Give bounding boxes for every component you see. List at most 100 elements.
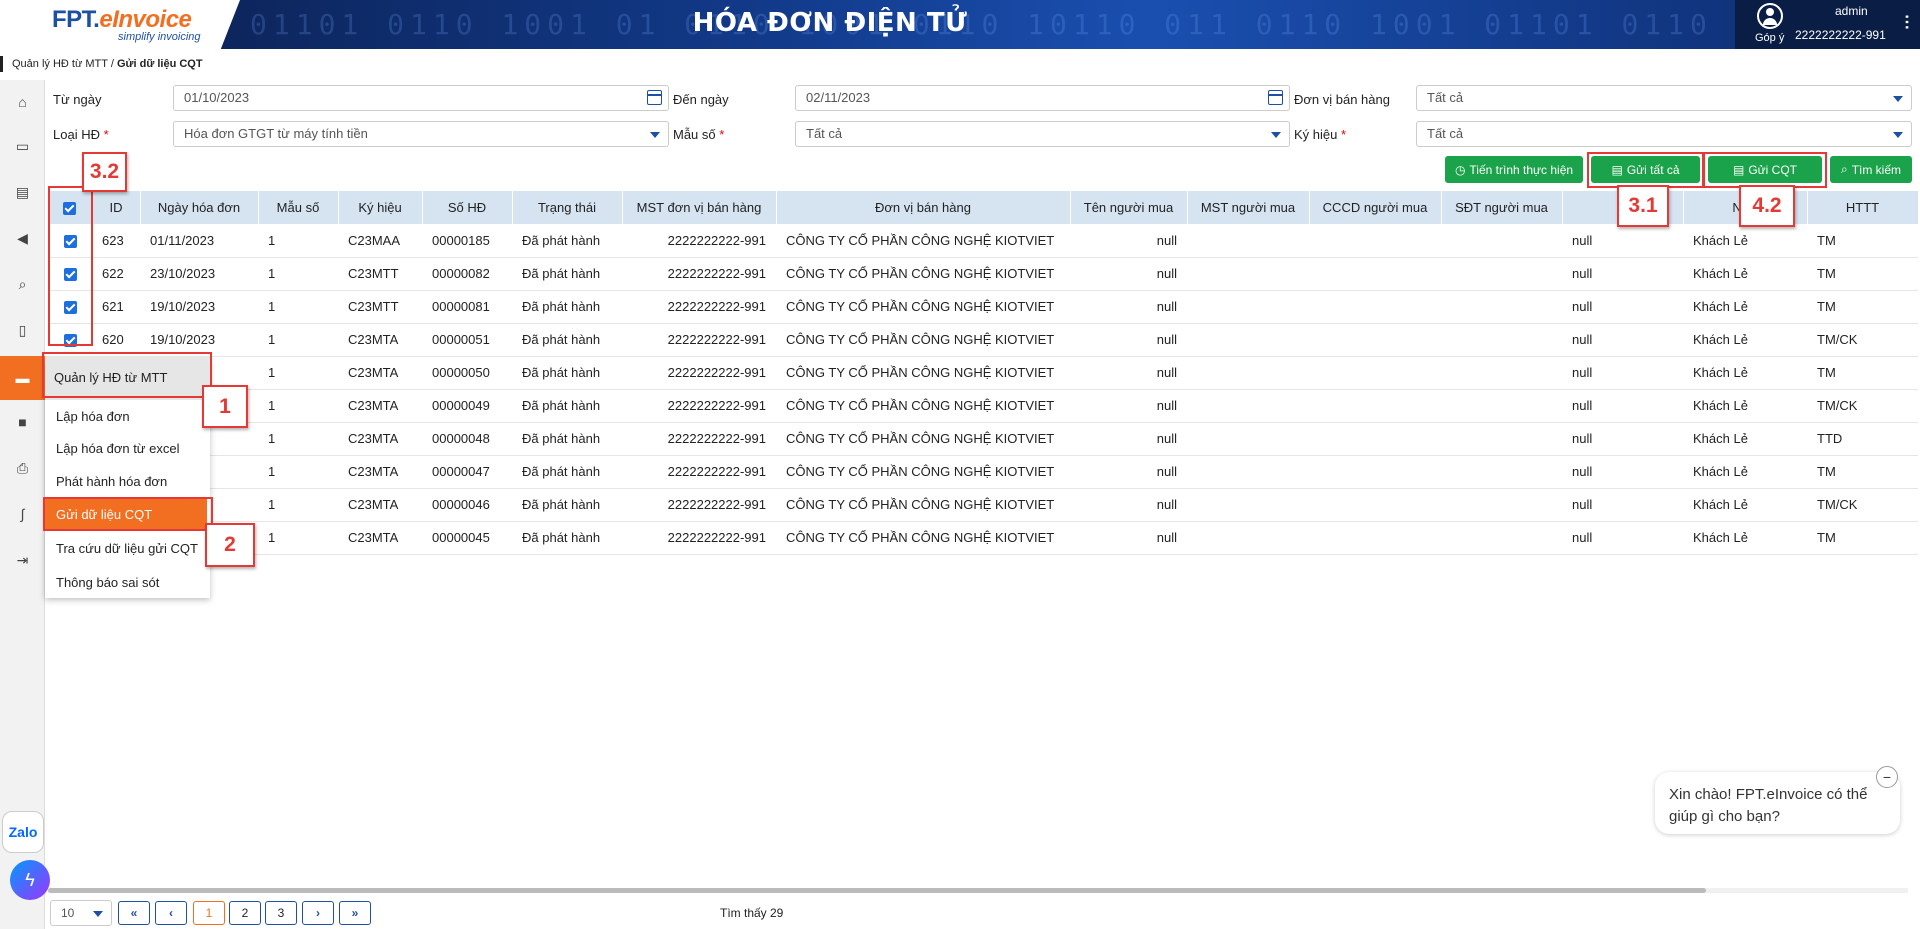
table-cell: Đã phát hành [512, 389, 622, 423]
scrollbar-thumb[interactable] [48, 888, 1706, 893]
from-date-input[interactable]: 01/10/2023 [173, 85, 669, 111]
table-row[interactable]: 620 19/10/2023 1 C23MTA 00000051 Đã phát hành… [48, 323, 1918, 357]
table-row[interactable]: 623 01/11/2023 1 C23MAA 00000185 Đã phát hành… [48, 224, 1918, 258]
home-icon[interactable]: ⌂ [0, 84, 45, 120]
clipboard-icon[interactable]: ▯ [0, 312, 45, 348]
next-page-button[interactable]: › [302, 901, 334, 925]
zalo-icon[interactable]: Zalo [2, 811, 44, 853]
chat-close-button[interactable]: − [1876, 766, 1898, 788]
column-header[interactable]: Ngày hóa đơn [140, 191, 259, 224]
first-page-button[interactable]: « [118, 901, 150, 925]
document-icon[interactable]: ▤ [0, 174, 45, 210]
search-document-icon[interactable]: ⌕ [0, 266, 45, 302]
column-header[interactable]: ID [92, 191, 141, 224]
calendar-icon[interactable] [647, 90, 662, 105]
to-date-input[interactable]: 02/11/2023 [795, 85, 1290, 111]
to-date-label: Đến ngày [673, 92, 729, 107]
column-header[interactable]: Tên người mua [1070, 191, 1188, 224]
table-cell: TM/CK [1807, 323, 1918, 357]
column-header[interactable]: Số HĐ [422, 191, 513, 224]
annotation-box-send-all [1587, 152, 1704, 188]
page-3-button[interactable]: 3 [265, 901, 297, 925]
submenu-item[interactable]: Thông báo sai sót [45, 566, 210, 599]
table-row[interactable]: 621 19/10/2023 1 C23MTT 00000081 Đã phát hành… [48, 290, 1918, 324]
column-header[interactable]: Trạng thái [512, 191, 623, 224]
table-cell [1441, 455, 1562, 489]
table-cell: null [1562, 422, 1683, 456]
annotation-box-menu [42, 352, 212, 398]
table-cell: Khách Lẻ [1683, 455, 1807, 489]
progress-button[interactable]: ◷ Tiến trình thực hiện [1445, 156, 1583, 183]
table-cell: Khách Lẻ [1683, 488, 1807, 522]
user-name[interactable]: admin [1835, 4, 1868, 18]
search-button[interactable]: ⌕ Tìm kiếm [1830, 156, 1912, 183]
seller-unit-select[interactable]: Tất cả [1416, 85, 1912, 111]
table-cell: 19/10/2023 [140, 290, 258, 324]
table-cell [1441, 521, 1562, 555]
table-cell: null [1070, 488, 1187, 522]
column-header[interactable]: Đơn vị bán hàng [776, 191, 1071, 224]
table-row[interactable]: 231C23MTA00000048Đã phát hành2222222222-… [48, 422, 1918, 456]
page-2-button[interactable]: 2 [229, 901, 261, 925]
table-cell: 23/10/2023 [140, 257, 258, 291]
monitor-icon[interactable]: ▭ [0, 128, 45, 164]
table-cell: TM/CK [1807, 389, 1918, 423]
table-cell: 2222222222-991 [622, 290, 776, 324]
column-header[interactable]: MST đơn vị bán hàng [622, 191, 777, 224]
table-row[interactable]: 231C23MTA00000049Đã phát hành2222222222-… [48, 389, 1918, 423]
table-cell: 1 [258, 257, 338, 291]
chat-bubble[interactable]: Xin chào! FPT.eInvoice có thể giúp gì ch… [1655, 772, 1900, 834]
more-menu-icon[interactable]: ⋯ [1897, 14, 1916, 30]
submenu-item[interactable]: Lập hóa đơn từ excel [45, 432, 210, 465]
feedback-icon[interactable] [1757, 3, 1783, 29]
table-row[interactable]: 1 C23MTA 00000047 Đã phát hành 2222222222-99… [48, 455, 1918, 489]
printer-icon[interactable]: ⎙ [0, 450, 45, 486]
table-cell: 623 [92, 224, 140, 258]
table-cell: Đã phát hành [512, 224, 622, 258]
submenu-item[interactable]: Tra cứu dữ liệu gửi CQT [45, 532, 210, 565]
table-row[interactable]: 1 C23MTA 00000045 Đã phát hành 2222222222-99… [48, 521, 1918, 555]
table-cell: null [1070, 257, 1187, 291]
table-cell [1441, 323, 1562, 357]
page-size-select[interactable]: 10 [50, 900, 112, 926]
table-row[interactable]: 231C23MTA00000050Đã phát hành2222222222-… [48, 356, 1918, 390]
symbol-select[interactable]: Tất cả [1416, 121, 1912, 147]
column-header[interactable]: CCCD người mua [1309, 191, 1442, 224]
table-cell: Khách Lẻ [1683, 290, 1807, 324]
table-cell [1441, 257, 1562, 291]
column-header[interactable]: HTTT [1807, 191, 1919, 224]
table-row[interactable]: 622 23/10/2023 1 C23MTT 00000082 Đã phát hành… [48, 257, 1918, 291]
table-cell: Khách Lẻ [1683, 224, 1807, 258]
column-header[interactable]: Ký hiệu [338, 191, 423, 224]
submenu-item[interactable]: Lập hóa đơn [45, 400, 210, 433]
table-cell: null [1562, 356, 1683, 390]
submenu-item[interactable]: Phát hành hóa đơn [45, 465, 210, 498]
column-header[interactable]: SĐT người mua [1441, 191, 1563, 224]
briefcase-icon[interactable]: ■ [0, 404, 45, 440]
last-page-button[interactable]: » [339, 901, 371, 925]
table-cell [1187, 455, 1309, 489]
result-count: Tìm thấy 29 [720, 906, 784, 920]
column-header[interactable]: MST người mua [1187, 191, 1310, 224]
logout-icon[interactable]: ⇥ [0, 542, 45, 578]
clock-icon: ◷ [1454, 162, 1466, 177]
invoice-type-select[interactable]: Hóa đơn GTGT từ máy tính tiền [173, 121, 669, 147]
prev-page-button[interactable]: ‹ [155, 901, 187, 925]
feedback-label[interactable]: Góp ý [1755, 32, 1784, 44]
column-header[interactable]: Mẫu số [258, 191, 339, 224]
table-row[interactable]: 231C23MTA00000046Đã phát hành2222222222-… [48, 488, 1918, 522]
calendar-icon[interactable] [1268, 90, 1283, 105]
invoice-table: ID Ngày hóa đơn Mẫu số Ký hiệu Số HĐ Trạng th… [48, 191, 1919, 555]
cash-register-icon[interactable]: ▬ [0, 356, 45, 400]
chevron-down-icon [1893, 96, 1903, 102]
horizontal-scrollbar[interactable] [48, 888, 1908, 893]
table-cell: TM/CK [1807, 488, 1918, 522]
megaphone-icon[interactable]: ◀ [0, 220, 45, 256]
form-select[interactable]: Tất cả [795, 121, 1290, 147]
page-1-button[interactable]: 1 [193, 901, 225, 925]
logo[interactable]: FPT.eInvoice simplify invoicing [0, 0, 240, 49]
messenger-icon[interactable]: ϟ [10, 860, 50, 900]
table-cell [1187, 257, 1309, 291]
signature-icon[interactable]: ∫ [0, 496, 45, 532]
breadcrumb-parent[interactable]: Quản lý HĐ từ MTT / [12, 58, 117, 70]
